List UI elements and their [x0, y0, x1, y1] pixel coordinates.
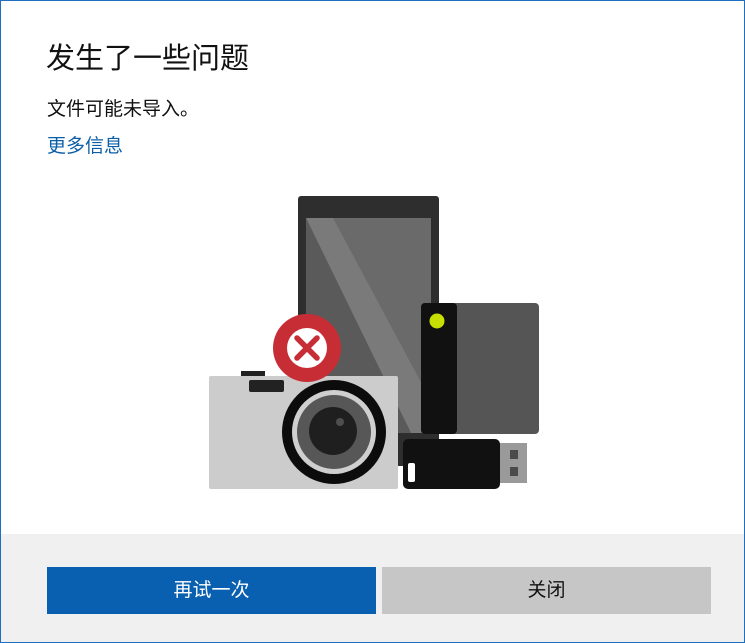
dialog-footer: 再试一次 关闭	[1, 534, 744, 642]
retry-button[interactable]: 再试一次	[47, 567, 376, 614]
close-button[interactable]: 关闭	[382, 567, 711, 614]
import-error-dialog: 发生了一些问题 文件可能未导入。 更多信息 再试一次 关闭	[0, 0, 745, 643]
devices-illustration	[209, 196, 539, 489]
camera-icon	[209, 371, 398, 489]
external-drive-icon	[421, 303, 539, 434]
usb-drive-icon	[403, 439, 527, 489]
error-icon	[273, 314, 341, 382]
